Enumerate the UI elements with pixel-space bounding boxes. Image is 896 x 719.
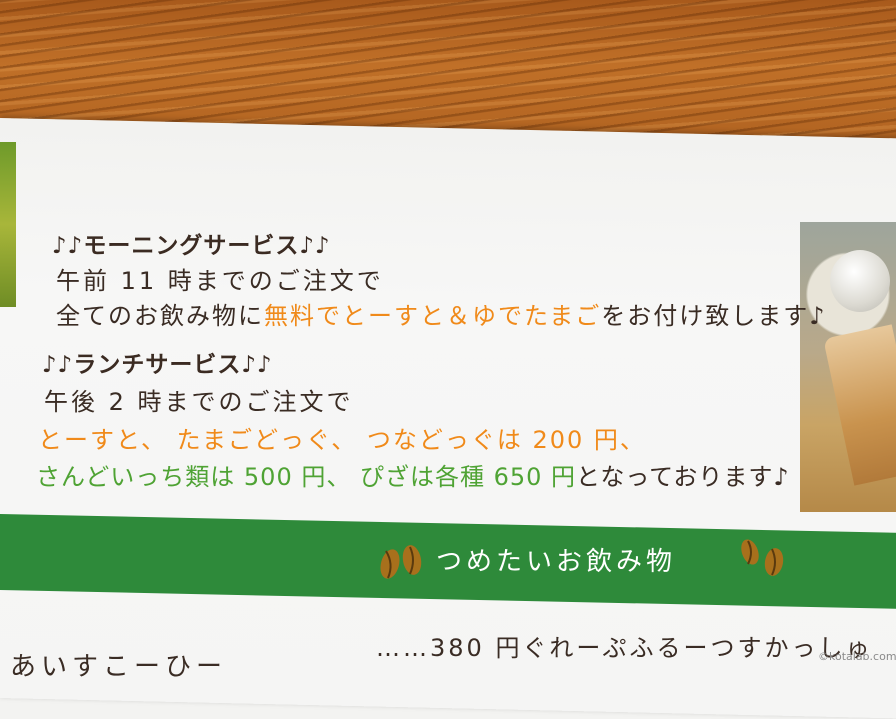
cold-drinks-title: つめたいお飲み物	[436, 547, 677, 577]
morning-line-2-suffix: をお付け致します♪	[601, 302, 827, 330]
lunch-service-heading: ♪♪ランチサービス♪♪	[42, 352, 273, 378]
coffee-bean-icon-right	[741, 539, 784, 576]
left-photo-edge	[0, 142, 16, 307]
menu-item-iced-coffee: あいすこーひー	[10, 652, 228, 682]
lunch-service-line-2: とーすと、 たまごどっぐ、 つなどっぐは 200 円、	[38, 426, 646, 454]
lunch-line-3-suffix: となっております♪	[576, 463, 790, 491]
lunch-service-line-1: 午後 2 時までのご注文で	[44, 388, 354, 416]
lunch-service-line-3: さんどいっち類は 500 円、 ぴざは各種 650 円となっております♪	[36, 457, 790, 492]
morning-line-2-prefix: 全てのお飲み物に	[56, 302, 264, 330]
lunch-line-3-highlight: さんどいっち類は 500 円、 ぴざは各種 650 円	[36, 463, 577, 491]
morning-service-heading: ♪♪モーニングサービス♪♪	[52, 233, 331, 259]
menu-price-line: ……380 円ぐれーぷふるーつすかっしゅ	[376, 634, 873, 662]
boiled-egg-image	[830, 250, 890, 312]
morning-service-line-1: 午前 11 時までのご注文で	[56, 267, 384, 295]
watermark-text: ©kotalab.com	[818, 650, 896, 663]
morning-service-line-2: 全てのお飲み物に無料でとーすと＆ゆでたまごをお付け致します♪	[56, 296, 827, 331]
morning-line-2-highlight: 無料でとーすと＆ゆでたまご	[264, 302, 602, 330]
coffee-bean-icon-left	[380, 545, 422, 579]
